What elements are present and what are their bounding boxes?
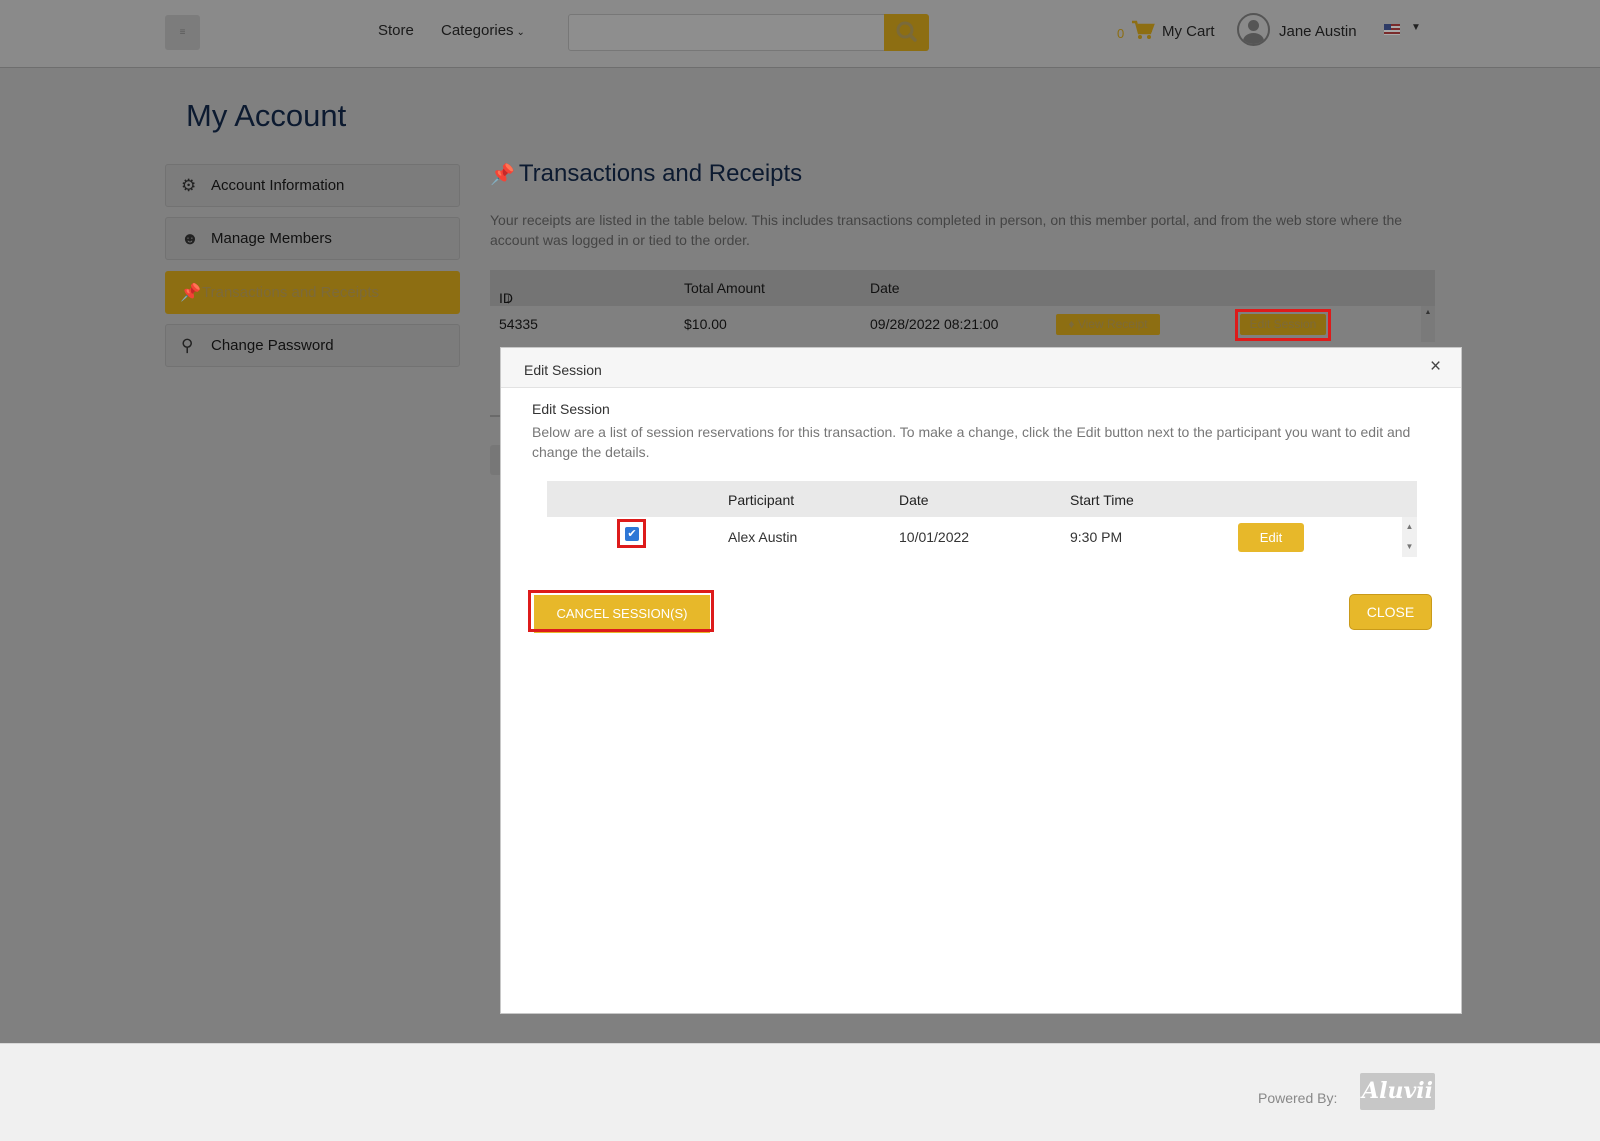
search-input[interactable] bbox=[568, 14, 885, 51]
nav-categories-label: Categories bbox=[441, 22, 514, 39]
user-avatar-icon[interactable] bbox=[1237, 13, 1270, 46]
column-header-date[interactable]: Date bbox=[899, 492, 929, 508]
scroll-up-arrow-icon[interactable]: ▲ bbox=[1402, 517, 1417, 537]
modal-description: Below are a list of session reservations… bbox=[532, 424, 1411, 460]
close-icon[interactable]: × bbox=[1430, 357, 1441, 377]
modal-header: Edit Session × bbox=[501, 348, 1461, 388]
column-header-start-time[interactable]: Start Time bbox=[1070, 492, 1134, 508]
nav-categories-dropdown[interactable]: Categories ⌄ bbox=[441, 22, 525, 39]
column-header-date[interactable]: Date bbox=[870, 280, 900, 296]
column-header-total-amount[interactable]: Total Amount bbox=[684, 280, 765, 296]
sidebar-item-label: Account Information bbox=[211, 177, 345, 194]
highlight-box bbox=[1235, 309, 1331, 341]
footer: Powered By: Aluvii bbox=[0, 1043, 1600, 1141]
users-icon: ☻ bbox=[181, 229, 199, 248]
view-receipt-button[interactable]: ♦ View Receipt bbox=[1056, 314, 1160, 335]
section-title-text: Transactions and Receipts bbox=[518, 160, 803, 187]
pin-icon: 📌 bbox=[490, 164, 515, 186]
sidebar-item-change-password[interactable]: ⚲ Change Password bbox=[165, 324, 460, 367]
session-start-time: 9:30 PM bbox=[1070, 529, 1123, 545]
transaction-total: $10.00 bbox=[684, 316, 727, 332]
top-header: ≡ Store Categories ⌄ 0 My Cart Jane Austi… bbox=[0, 0, 1600, 68]
language-caret-icon[interactable]: ▼ bbox=[1411, 22, 1421, 33]
page-title: My Account bbox=[186, 98, 347, 133]
highlight-box bbox=[617, 519, 646, 548]
sidebar-item-manage-members[interactable]: ☻ Manage Members bbox=[165, 217, 460, 260]
column-header-participant[interactable]: Participant bbox=[728, 492, 794, 508]
sidebar-item-label: Manage Members bbox=[211, 230, 332, 247]
edit-session-modal: Edit Session × Edit Session Below are a … bbox=[500, 347, 1462, 1014]
close-button[interactable]: CLOSE bbox=[1349, 594, 1432, 630]
divider bbox=[490, 415, 500, 417]
chevron-down-icon: ⌄ bbox=[516, 27, 525, 38]
highlight-box bbox=[528, 590, 714, 632]
background-control bbox=[490, 445, 500, 475]
gears-icon: ⚙ bbox=[181, 176, 197, 195]
sidebar-item-account-information[interactable]: ⚙ Account Information bbox=[165, 164, 460, 207]
my-cart-link[interactable]: My Cart bbox=[1162, 23, 1215, 40]
nav-store-link[interactable]: Store bbox=[378, 22, 414, 39]
section-description: Your receipts are listed in the table be… bbox=[490, 212, 1403, 248]
sidebar-item-transactions-and-receipts[interactable]: 📌 Transactions and Receipts bbox=[165, 271, 460, 314]
pin-icon: 📌 bbox=[180, 283, 202, 302]
tag-icon: ♦ bbox=[1068, 317, 1075, 331]
sidebar-item-label: Change Password bbox=[211, 337, 334, 354]
sidebar-item-label: Transactions and Receipts bbox=[202, 284, 380, 301]
transaction-date: 09/28/2022 08:21:00 bbox=[870, 316, 999, 332]
sessions-scrollbar[interactable]: ▲ ▼ bbox=[1402, 517, 1417, 557]
modal-subtitle: Edit Session bbox=[532, 401, 610, 417]
menu-toggle-button[interactable]: ≡ bbox=[165, 15, 200, 50]
scroll-down-arrow-icon[interactable]: ▼ bbox=[1402, 537, 1417, 557]
sessions-table-header: Participant Date Start Time bbox=[547, 481, 1417, 517]
session-date: 10/01/2022 bbox=[899, 529, 970, 545]
modal-title: Edit Session bbox=[524, 362, 602, 378]
view-receipt-label: View Receipt bbox=[1077, 317, 1148, 331]
aluvii-logo[interactable]: Aluvii bbox=[1360, 1073, 1435, 1110]
transactions-table-header: ID ↓ Total Amount Date bbox=[490, 270, 1435, 306]
section-title: 📌 Transactions and Receipts bbox=[490, 160, 802, 188]
search-icon bbox=[896, 21, 917, 42]
edit-participant-button[interactable]: Edit bbox=[1238, 523, 1304, 552]
cart-count-badge: 0 bbox=[1117, 26, 1125, 41]
key-icon: ⚲ bbox=[181, 336, 194, 355]
transaction-id: 54335 bbox=[499, 316, 538, 332]
powered-by-label: Powered By: bbox=[1258, 1090, 1338, 1106]
user-name-link[interactable]: Jane Austin bbox=[1279, 23, 1357, 40]
participant-name: Alex Austin bbox=[728, 529, 798, 545]
cart-icon[interactable] bbox=[1131, 20, 1155, 45]
search-button[interactable] bbox=[884, 14, 929, 51]
us-flag-icon[interactable] bbox=[1384, 24, 1400, 35]
scroll-up-arrow-icon[interactable]: ▲ bbox=[1421, 306, 1435, 342]
sort-down-icon: ↓ bbox=[505, 290, 512, 306]
